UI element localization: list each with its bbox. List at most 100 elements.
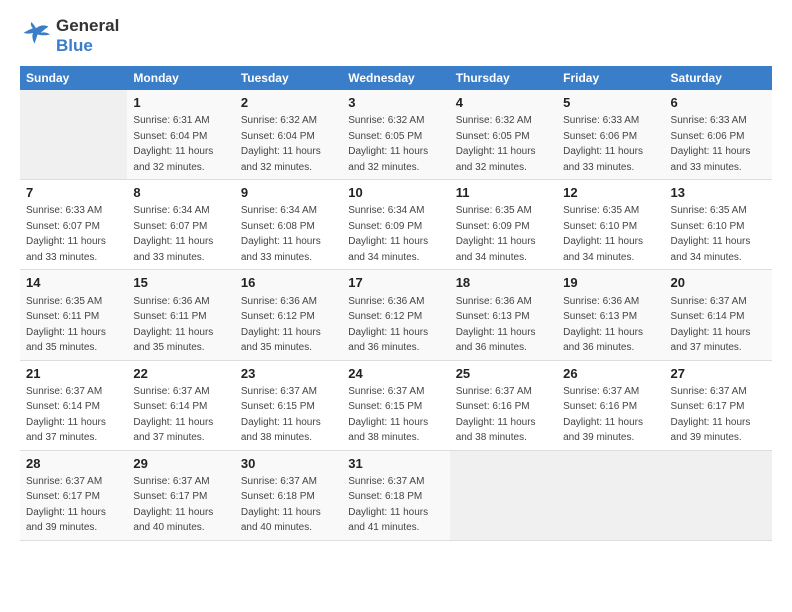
day-number: 4 (456, 94, 551, 112)
calendar-cell: 24 Sunrise: 6:37 AMSunset: 6:15 PMDaylig… (342, 360, 449, 450)
day-number: 6 (671, 94, 766, 112)
weekday-header-row: SundayMondayTuesdayWednesdayThursdayFrid… (20, 66, 772, 90)
cell-sunrise: Sunrise: 6:37 AMSunset: 6:14 PMDaylight:… (26, 386, 106, 444)
day-number: 11 (456, 184, 551, 202)
calendar-cell (450, 450, 557, 540)
cell-sunrise: Sunrise: 6:35 AMSunset: 6:11 PMDaylight:… (26, 296, 106, 354)
cell-sunrise: Sunrise: 6:37 AMSunset: 6:16 PMDaylight:… (563, 386, 643, 444)
calendar-cell: 14 Sunrise: 6:35 AMSunset: 6:11 PMDaylig… (20, 270, 127, 360)
calendar-cell: 9 Sunrise: 6:34 AMSunset: 6:08 PMDayligh… (235, 180, 342, 270)
weekday-header: Sunday (20, 66, 127, 90)
day-number: 3 (348, 94, 443, 112)
calendar-cell: 11 Sunrise: 6:35 AMSunset: 6:09 PMDaylig… (450, 180, 557, 270)
calendar-table: SundayMondayTuesdayWednesdayThursdayFrid… (20, 66, 772, 541)
day-number: 10 (348, 184, 443, 202)
calendar-cell: 19 Sunrise: 6:36 AMSunset: 6:13 PMDaylig… (557, 270, 664, 360)
calendar-cell: 31 Sunrise: 6:37 AMSunset: 6:18 PMDaylig… (342, 450, 449, 540)
calendar-cell (20, 90, 127, 180)
calendar-week-row: 28 Sunrise: 6:37 AMSunset: 6:17 PMDaylig… (20, 450, 772, 540)
cell-sunrise: Sunrise: 6:37 AMSunset: 6:18 PMDaylight:… (348, 476, 428, 534)
calendar-cell: 30 Sunrise: 6:37 AMSunset: 6:18 PMDaylig… (235, 450, 342, 540)
day-number: 27 (671, 365, 766, 383)
calendar-week-row: 14 Sunrise: 6:35 AMSunset: 6:11 PMDaylig… (20, 270, 772, 360)
calendar-cell (557, 450, 664, 540)
calendar-page: General Blue SundayMondayTuesdayWednesda… (0, 0, 792, 612)
cell-sunrise: Sunrise: 6:37 AMSunset: 6:17 PMDaylight:… (26, 476, 106, 534)
cell-sunrise: Sunrise: 6:32 AMSunset: 6:05 PMDaylight:… (456, 115, 536, 173)
weekday-header: Saturday (665, 66, 772, 90)
cell-sunrise: Sunrise: 6:36 AMSunset: 6:12 PMDaylight:… (241, 296, 321, 354)
logo-icon (20, 22, 52, 50)
day-number: 23 (241, 365, 336, 383)
calendar-cell: 20 Sunrise: 6:37 AMSunset: 6:14 PMDaylig… (665, 270, 772, 360)
calendar-cell: 13 Sunrise: 6:35 AMSunset: 6:10 PMDaylig… (665, 180, 772, 270)
calendar-cell (665, 450, 772, 540)
weekday-header: Tuesday (235, 66, 342, 90)
calendar-cell: 17 Sunrise: 6:36 AMSunset: 6:12 PMDaylig… (342, 270, 449, 360)
cell-sunrise: Sunrise: 6:36 AMSunset: 6:11 PMDaylight:… (133, 296, 213, 354)
day-number: 16 (241, 274, 336, 292)
day-number: 14 (26, 274, 121, 292)
cell-sunrise: Sunrise: 6:37 AMSunset: 6:17 PMDaylight:… (671, 386, 751, 444)
cell-sunrise: Sunrise: 6:35 AMSunset: 6:10 PMDaylight:… (671, 205, 751, 263)
logo: General Blue (20, 16, 119, 56)
calendar-cell: 10 Sunrise: 6:34 AMSunset: 6:09 PMDaylig… (342, 180, 449, 270)
cell-sunrise: Sunrise: 6:36 AMSunset: 6:13 PMDaylight:… (456, 296, 536, 354)
calendar-cell: 21 Sunrise: 6:37 AMSunset: 6:14 PMDaylig… (20, 360, 127, 450)
cell-sunrise: Sunrise: 6:37 AMSunset: 6:15 PMDaylight:… (241, 386, 321, 444)
cell-sunrise: Sunrise: 6:34 AMSunset: 6:09 PMDaylight:… (348, 205, 428, 263)
day-number: 24 (348, 365, 443, 383)
calendar-cell: 26 Sunrise: 6:37 AMSunset: 6:16 PMDaylig… (557, 360, 664, 450)
cell-sunrise: Sunrise: 6:33 AMSunset: 6:06 PMDaylight:… (563, 115, 643, 173)
calendar-cell: 7 Sunrise: 6:33 AMSunset: 6:07 PMDayligh… (20, 180, 127, 270)
cell-sunrise: Sunrise: 6:37 AMSunset: 6:18 PMDaylight:… (241, 476, 321, 534)
cell-sunrise: Sunrise: 6:35 AMSunset: 6:10 PMDaylight:… (563, 205, 643, 263)
calendar-cell: 29 Sunrise: 6:37 AMSunset: 6:17 PMDaylig… (127, 450, 234, 540)
cell-sunrise: Sunrise: 6:33 AMSunset: 6:06 PMDaylight:… (671, 115, 751, 173)
calendar-cell: 8 Sunrise: 6:34 AMSunset: 6:07 PMDayligh… (127, 180, 234, 270)
cell-sunrise: Sunrise: 6:33 AMSunset: 6:07 PMDaylight:… (26, 205, 106, 263)
cell-sunrise: Sunrise: 6:36 AMSunset: 6:12 PMDaylight:… (348, 296, 428, 354)
cell-sunrise: Sunrise: 6:32 AMSunset: 6:04 PMDaylight:… (241, 115, 321, 173)
weekday-header: Friday (557, 66, 664, 90)
calendar-week-row: 7 Sunrise: 6:33 AMSunset: 6:07 PMDayligh… (20, 180, 772, 270)
cell-sunrise: Sunrise: 6:36 AMSunset: 6:13 PMDaylight:… (563, 296, 643, 354)
weekday-header: Wednesday (342, 66, 449, 90)
weekday-header: Monday (127, 66, 234, 90)
day-number: 17 (348, 274, 443, 292)
cell-sunrise: Sunrise: 6:31 AMSunset: 6:04 PMDaylight:… (133, 115, 213, 173)
cell-sunrise: Sunrise: 6:37 AMSunset: 6:15 PMDaylight:… (348, 386, 428, 444)
cell-sunrise: Sunrise: 6:37 AMSunset: 6:16 PMDaylight:… (456, 386, 536, 444)
calendar-cell: 5 Sunrise: 6:33 AMSunset: 6:06 PMDayligh… (557, 90, 664, 180)
calendar-week-row: 21 Sunrise: 6:37 AMSunset: 6:14 PMDaylig… (20, 360, 772, 450)
cell-sunrise: Sunrise: 6:35 AMSunset: 6:09 PMDaylight:… (456, 205, 536, 263)
day-number: 21 (26, 365, 121, 383)
day-number: 1 (133, 94, 228, 112)
day-number: 8 (133, 184, 228, 202)
calendar-cell: 1 Sunrise: 6:31 AMSunset: 6:04 PMDayligh… (127, 90, 234, 180)
day-number: 13 (671, 184, 766, 202)
calendar-cell: 12 Sunrise: 6:35 AMSunset: 6:10 PMDaylig… (557, 180, 664, 270)
day-number: 30 (241, 455, 336, 473)
day-number: 2 (241, 94, 336, 112)
header: General Blue (20, 16, 772, 56)
day-number: 25 (456, 365, 551, 383)
calendar-cell: 27 Sunrise: 6:37 AMSunset: 6:17 PMDaylig… (665, 360, 772, 450)
cell-sunrise: Sunrise: 6:37 AMSunset: 6:14 PMDaylight:… (133, 386, 213, 444)
weekday-header: Thursday (450, 66, 557, 90)
cell-sunrise: Sunrise: 6:34 AMSunset: 6:08 PMDaylight:… (241, 205, 321, 263)
calendar-cell: 3 Sunrise: 6:32 AMSunset: 6:05 PMDayligh… (342, 90, 449, 180)
day-number: 19 (563, 274, 658, 292)
day-number: 26 (563, 365, 658, 383)
day-number: 18 (456, 274, 551, 292)
calendar-cell: 6 Sunrise: 6:33 AMSunset: 6:06 PMDayligh… (665, 90, 772, 180)
calendar-cell: 16 Sunrise: 6:36 AMSunset: 6:12 PMDaylig… (235, 270, 342, 360)
day-number: 12 (563, 184, 658, 202)
day-number: 7 (26, 184, 121, 202)
cell-sunrise: Sunrise: 6:37 AMSunset: 6:14 PMDaylight:… (671, 296, 751, 354)
day-number: 22 (133, 365, 228, 383)
calendar-week-row: 1 Sunrise: 6:31 AMSunset: 6:04 PMDayligh… (20, 90, 772, 180)
calendar-cell: 25 Sunrise: 6:37 AMSunset: 6:16 PMDaylig… (450, 360, 557, 450)
day-number: 9 (241, 184, 336, 202)
calendar-cell: 15 Sunrise: 6:36 AMSunset: 6:11 PMDaylig… (127, 270, 234, 360)
